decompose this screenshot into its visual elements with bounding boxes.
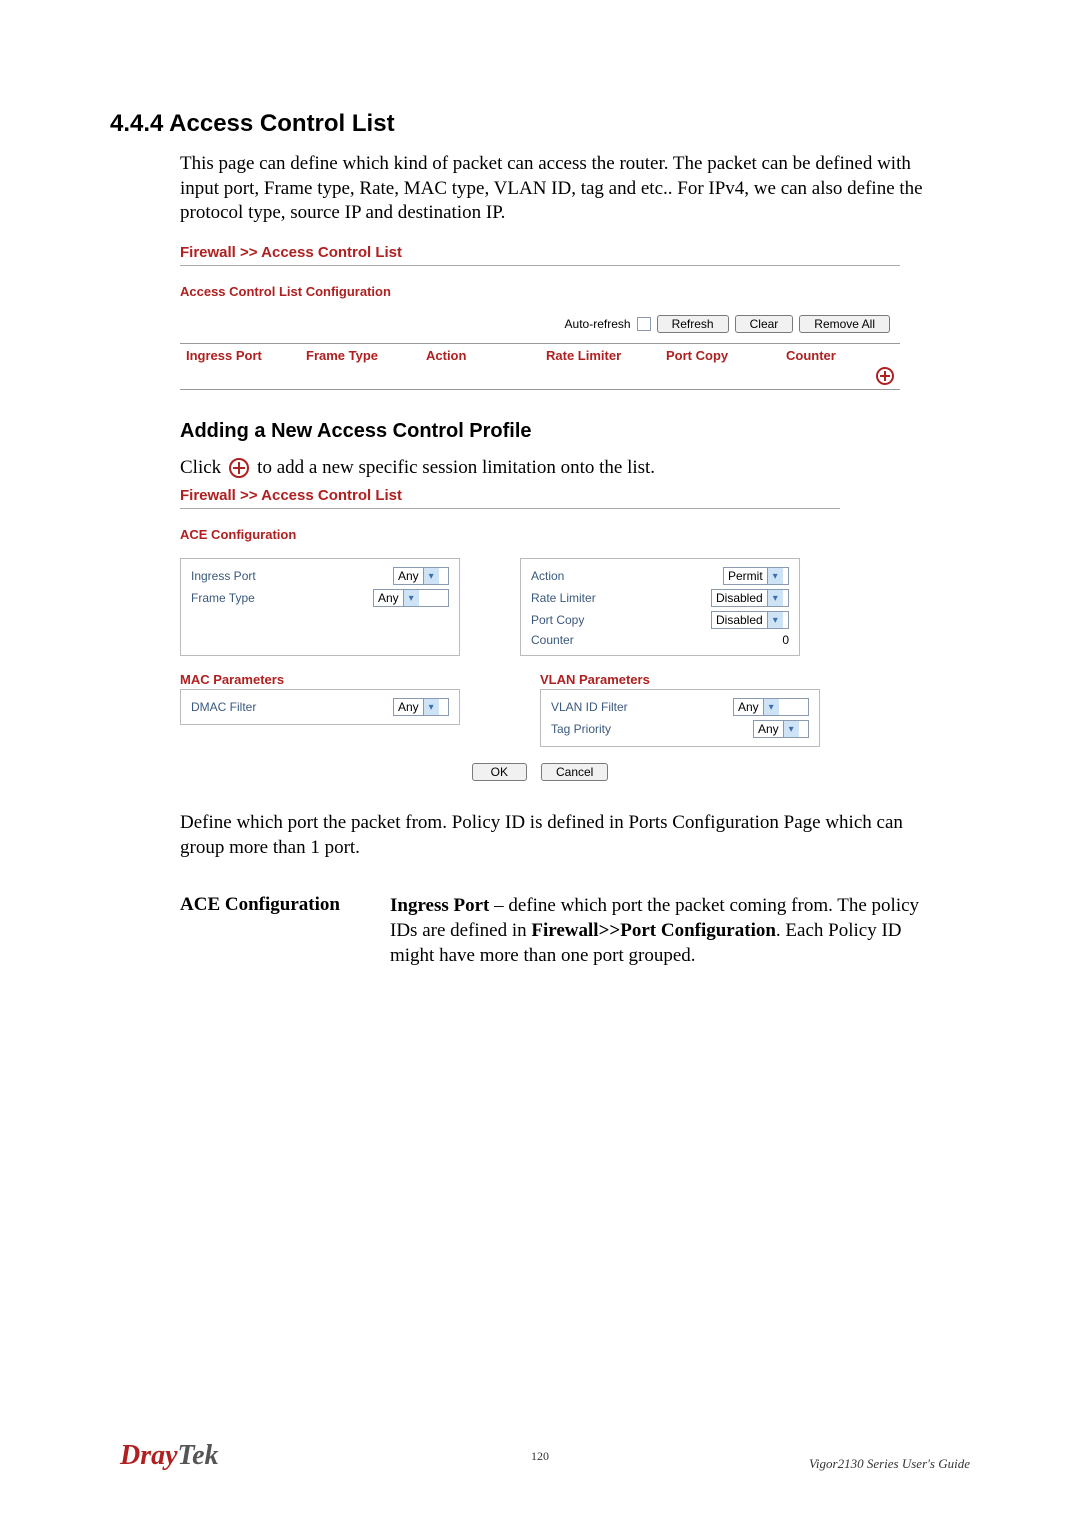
tag-priority-value: Any — [758, 722, 779, 736]
vlan-box: VLAN ID Filter Any ▾ Tag Priority Any ▾ — [540, 689, 820, 747]
ace-config-screenshot: Firewall >> Access Control List ACE Conf… — [180, 487, 970, 781]
port-copy-select[interactable]: Disabled ▾ — [711, 611, 789, 629]
refresh-button[interactable]: Refresh — [657, 315, 729, 333]
ok-button[interactable]: OK — [472, 763, 527, 781]
chevron-down-icon: ▾ — [403, 590, 419, 606]
paragraph-2: Define which port the packet from. Polic… — [180, 811, 950, 860]
section-number: 4.4.4 — [110, 110, 163, 137]
mac-box: DMAC Filter Any ▾ — [180, 689, 460, 725]
chevron-down-icon: ▾ — [767, 612, 783, 628]
acl-config-title: Access Control List Configuration — [180, 284, 970, 299]
col-rate-limiter: Rate Limiter — [546, 348, 666, 363]
clear-button[interactable]: Clear — [735, 315, 794, 333]
col-frame-type: Frame Type — [306, 348, 426, 363]
rate-limiter-label: Rate Limiter — [531, 591, 596, 605]
breadcrumb: Firewall >> Access Control List — [180, 487, 840, 509]
rate-limiter-value: Disabled — [716, 591, 763, 605]
click-instruction: Click to add a new specific session limi… — [180, 457, 970, 479]
col-ingress-port: Ingress Port — [186, 348, 306, 363]
tag-priority-select[interactable]: Any ▾ — [753, 720, 809, 738]
ingress-port-label: Ingress Port — [191, 569, 256, 583]
counter-value: 0 — [782, 633, 789, 647]
ingress-port-select[interactable]: Any ▾ — [393, 567, 449, 585]
auto-refresh-label: Auto-refresh — [565, 317, 631, 331]
chevron-down-icon: ▾ — [763, 699, 779, 715]
sub-section-title: Adding a New Access Control Profile — [180, 420, 970, 443]
chevron-down-icon: ▾ — [767, 568, 783, 584]
frame-type-label: Frame Type — [191, 591, 255, 605]
dmac-filter-label: DMAC Filter — [191, 700, 256, 714]
action-label: Action — [531, 569, 564, 583]
plus-icon — [229, 458, 249, 478]
ace-config-title: ACE Configuration — [180, 527, 970, 542]
intro-paragraph: This page can define which kind of packe… — [180, 152, 950, 226]
col-port-copy: Port Copy — [666, 348, 786, 363]
chevron-down-icon: ▾ — [783, 721, 799, 737]
vlan-id-filter-value: Any — [738, 700, 759, 714]
ingress-port-value: Any — [398, 569, 419, 583]
add-row-plus-icon[interactable] — [876, 367, 894, 385]
section-title: 4.4.4 Access Control List — [110, 110, 970, 138]
ace-left-box: Ingress Port Any ▾ Frame Type Any ▾ — [180, 558, 460, 656]
guide-name: Vigor2130 Series User's Guide — [809, 1456, 970, 1472]
frame-type-select[interactable]: Any ▾ — [373, 589, 449, 607]
vlan-id-filter-label: VLAN ID Filter — [551, 700, 628, 714]
page-footer: DrayTek Vigor2130 Series User's Guide — [120, 1440, 970, 1472]
click-text-after: to add a new specific session limitation… — [257, 457, 655, 479]
frame-type-value: Any — [378, 591, 399, 605]
vlan-id-filter-select[interactable]: Any ▾ — [733, 698, 809, 716]
definition-lead: Ingress Port — [390, 895, 489, 916]
logo-tek: Tek — [178, 1440, 219, 1471]
section-title-text: Access Control List — [169, 110, 394, 137]
counter-label: Counter — [531, 633, 574, 647]
dmac-filter-select[interactable]: Any ▾ — [393, 698, 449, 716]
chevron-down-icon: ▾ — [767, 590, 783, 606]
draytek-logo: DrayTek — [120, 1440, 219, 1472]
mac-parameters-title: MAC Parameters — [180, 672, 460, 687]
definition-body: Ingress Port – define which port the pac… — [390, 894, 950, 968]
action-value: Permit — [728, 569, 763, 583]
logo-dray: Dray — [120, 1440, 178, 1471]
definition-row: ACE Configuration Ingress Port – define … — [180, 894, 950, 968]
chevron-down-icon: ▾ — [423, 699, 439, 715]
port-copy-label: Port Copy — [531, 613, 584, 627]
breadcrumb: Firewall >> Access Control List — [180, 244, 900, 266]
remove-all-button[interactable]: Remove All — [799, 315, 890, 333]
dmac-filter-value: Any — [398, 700, 419, 714]
acl-table: Ingress Port Frame Type Action Rate Limi… — [180, 343, 900, 390]
chevron-down-icon: ▾ — [423, 568, 439, 584]
definition-term: ACE Configuration — [180, 894, 390, 968]
ace-right-box: Action Permit ▾ Rate Limiter Disabled ▾ … — [520, 558, 800, 656]
click-text-before: Click — [180, 457, 221, 479]
rate-limiter-select[interactable]: Disabled ▾ — [711, 589, 789, 607]
action-select[interactable]: Permit ▾ — [723, 567, 789, 585]
tag-priority-label: Tag Priority — [551, 722, 611, 736]
port-copy-value: Disabled — [716, 613, 763, 627]
vlan-parameters-title: VLAN Parameters — [540, 672, 820, 687]
acl-list-screenshot: Firewall >> Access Control List Access C… — [180, 244, 970, 390]
acl-header-row: Ingress Port Frame Type Action Rate Limi… — [180, 344, 900, 367]
toolbar: Auto-refresh Refresh Clear Remove All — [180, 315, 890, 333]
cancel-button[interactable]: Cancel — [541, 763, 608, 781]
col-counter: Counter — [786, 348, 894, 363]
col-action: Action — [426, 348, 546, 363]
auto-refresh-checkbox[interactable] — [637, 317, 651, 331]
definition-bold: Firewall>>Port Configuration — [531, 920, 776, 941]
